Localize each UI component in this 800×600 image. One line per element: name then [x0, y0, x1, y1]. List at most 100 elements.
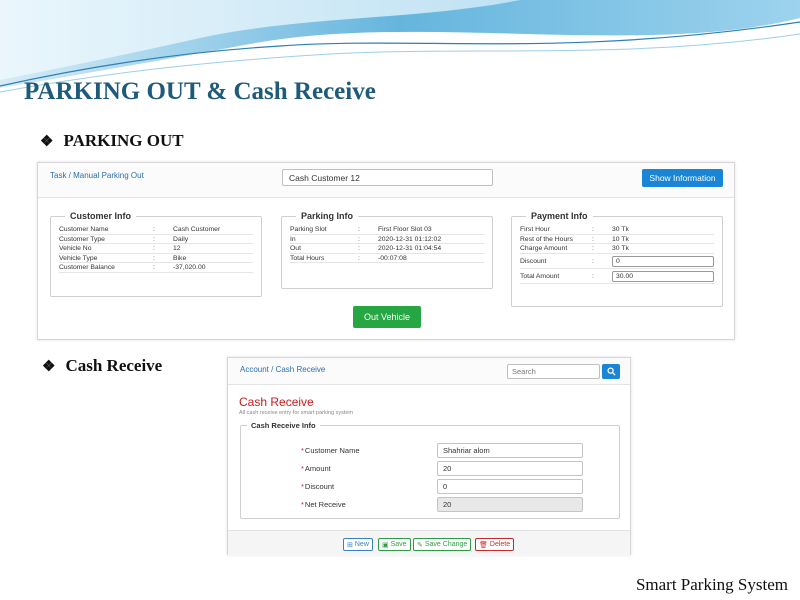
info-key: Out	[290, 245, 301, 252]
diamond-bullet-icon: ❖	[42, 359, 56, 375]
parking-info-legend: Parking Info	[301, 211, 354, 221]
customer-info-legend: Customer Info	[70, 211, 132, 221]
info-colon: :	[153, 254, 155, 262]
amount-row: *Amount 20	[241, 461, 619, 477]
net-receive-row: *Net Receive 20	[241, 497, 619, 513]
total-amount-row: Total Amount: 30.00	[520, 269, 714, 284]
customer-name-label: *Customer Name	[301, 446, 360, 455]
info-colon: :	[153, 264, 155, 271]
info-value: 30 Tk	[612, 245, 629, 252]
info-row: Customer Type: Daily	[59, 235, 253, 244]
panel-header: Account / Cash Receive	[228, 358, 630, 385]
total-amount-label: Total Amount	[520, 272, 560, 280]
parking-out-panel: Task / Manual Parking Out Cash Customer …	[37, 162, 735, 340]
save-button[interactable]: ▣ Save	[378, 538, 411, 551]
amount-field[interactable]: 20	[437, 461, 583, 476]
field-label: Discount	[304, 482, 335, 491]
info-value: Bike	[173, 254, 187, 262]
discount-row: *Discount 0	[241, 479, 619, 495]
field-label: Customer Name	[304, 446, 360, 455]
footer-caption: Smart Parking System	[635, 575, 788, 594]
info-row: First Hour: 30 Tk	[520, 225, 714, 235]
info-value: -00:07:08	[378, 254, 407, 262]
field-label: Net Receive	[304, 500, 346, 509]
slide-title: PARKING OUT & Cash Receive	[24, 78, 376, 105]
info-row: Vehicle No: 12	[59, 244, 253, 254]
search-button[interactable]	[602, 364, 620, 379]
diamond-bullet-icon: ❖	[40, 134, 54, 150]
info-key: Vehicle No	[59, 245, 92, 252]
net-receive-label: *Net Receive	[301, 500, 346, 509]
info-value: Cash Customer	[173, 226, 221, 233]
required-mark: *	[301, 446, 304, 455]
info-colon: :	[153, 226, 155, 233]
trash-icon: 🗑	[479, 541, 488, 549]
info-value: 10 Tk	[612, 235, 629, 243]
info-key: Rest of the Hours	[520, 235, 573, 243]
show-information-button[interactable]: Show Information	[642, 169, 723, 187]
info-row: Vehicle Type: Bike	[59, 254, 253, 263]
amount-label: *Amount	[301, 464, 331, 473]
new-button[interactable]: ⊞ New	[343, 538, 373, 551]
total-amount-input[interactable]: 30.00	[612, 270, 714, 282]
section-heading-label: PARKING OUT	[63, 131, 184, 150]
section-heading-label: Cash Receive	[65, 356, 163, 375]
panel-header: Task / Manual Parking Out Cash Customer …	[38, 163, 734, 198]
save-change-button[interactable]: ✎ Save Change	[413, 538, 472, 551]
discount-field[interactable]: 0	[437, 479, 583, 494]
info-colon: :	[358, 235, 360, 243]
info-value: 30 Tk	[612, 226, 629, 233]
required-mark: *	[301, 464, 304, 473]
info-row: Rest of the Hours: 10 Tk	[520, 235, 714, 244]
info-colon: :	[592, 226, 594, 233]
customer-name-row: *Customer Name Shahriar alom	[241, 443, 619, 459]
cash-receive-panel: Account / Cash Receive Cash Receive All …	[227, 357, 631, 555]
breadcrumb[interactable]: Task / Manual Parking Out	[50, 171, 144, 180]
info-row: Customer Balance: -37,020.00	[59, 263, 253, 273]
customer-info-group: Customer Info Customer Name: Cash Custome…	[50, 211, 262, 297]
info-row: In: 2020-12-31 01:12:02	[290, 235, 484, 244]
breadcrumb[interactable]: Account / Cash Receive	[240, 365, 325, 374]
info-key: Customer Name	[59, 226, 109, 233]
action-bar: ⊞ New ▣ Save ✎ Save Change 🗑 Delete	[228, 530, 630, 555]
info-key: Vehicle Type	[59, 254, 98, 262]
info-value: 12	[173, 245, 181, 252]
page-subtitle: All cash receive entry for smart parking…	[239, 410, 354, 416]
info-colon: :	[358, 254, 360, 262]
discount-input[interactable]: 0	[612, 255, 714, 267]
info-key: First Hour	[520, 226, 550, 233]
info-colon: :	[358, 226, 360, 233]
required-mark: *	[301, 482, 304, 491]
cash-receive-info-legend: Cash Receive Info	[251, 421, 316, 430]
button-label: Save	[390, 541, 407, 548]
customer-name-field[interactable]: Shahriar alom	[437, 443, 583, 458]
info-colon: :	[592, 272, 594, 280]
info-row: Parking Slot: First Floor Slot 03	[290, 225, 484, 235]
info-row: Charge Amount: 30 Tk	[520, 244, 714, 254]
info-value: 2020-12-31 01:12:02	[378, 235, 442, 243]
info-colon: :	[592, 245, 594, 252]
info-value: First Floor Slot 03	[378, 226, 432, 233]
info-row: Out: 2020-12-31 01:04:54	[290, 244, 484, 254]
payment-info-legend: Payment Info	[531, 211, 588, 221]
info-colon: :	[592, 235, 594, 243]
section-heading-parking-out: ❖ PARKING OUT	[40, 131, 184, 151]
info-key: Customer Type	[59, 235, 105, 243]
out-vehicle-button[interactable]: Out Vehicle	[353, 306, 421, 328]
info-colon: :	[358, 245, 360, 252]
customer-select[interactable]: Cash Customer 12	[282, 169, 493, 186]
parking-info-group: Parking Info Parking Slot: First Floor Sl…	[281, 211, 493, 289]
delete-button[interactable]: 🗑 Delete	[475, 538, 515, 551]
discount-row: Discount: 0	[520, 254, 714, 269]
net-receive-field: 20	[437, 497, 583, 512]
info-row: Total Hours: -00:07:08	[290, 254, 484, 263]
discount-label: *Discount	[301, 482, 334, 491]
info-key: In	[290, 235, 296, 243]
button-label: Delete	[489, 541, 511, 548]
button-label: New	[354, 541, 369, 548]
search-input[interactable]	[507, 364, 600, 379]
plus-icon: ⊞	[347, 541, 353, 549]
page-title: Cash Receive	[239, 395, 314, 409]
edit-icon: ✎	[417, 541, 423, 549]
info-key: Customer Balance	[59, 264, 115, 271]
